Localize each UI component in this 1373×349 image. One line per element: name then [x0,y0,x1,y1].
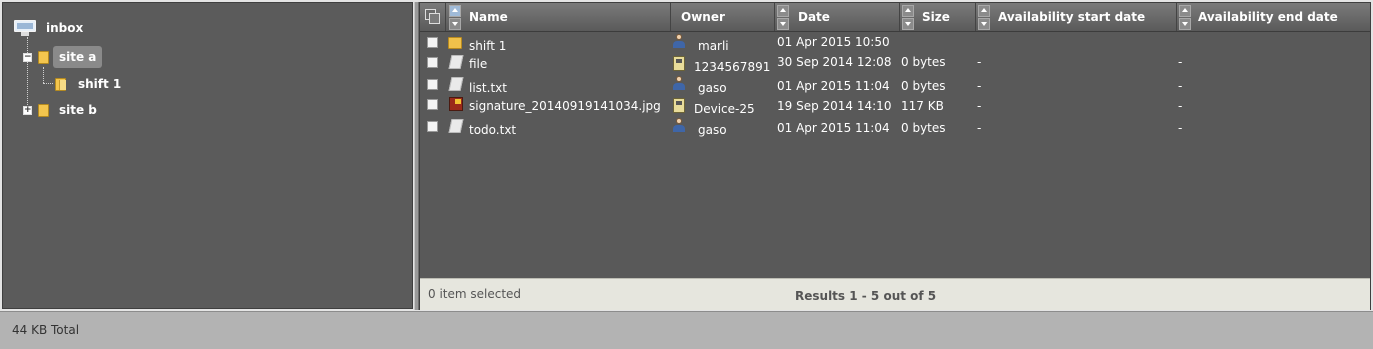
image-icon [449,97,463,118]
table-row[interactable]: shift 1 marli 01 Apr 2015 10:50 [420,34,1370,55]
row-name[interactable]: file [469,54,487,75]
tree-item-label: site a [53,46,103,68]
tree-item-site-a[interactable]: − site a [23,46,103,68]
tree-item-label: shift 1 [78,77,122,91]
column-header-availability-end[interactable]: Availability end date [1192,3,1370,31]
row-size: 0 bytes [901,79,946,93]
tree-item-label: site b [59,103,97,117]
tree-root-inbox[interactable]: inbox [14,17,89,39]
column-header-name[interactable]: Name [464,3,671,31]
row-owner: Device-25 [694,102,755,116]
table-row[interactable]: file 1234567891 30 Sep 2014 12:08 0 byte… [420,54,1370,75]
tree-connector [43,67,44,83]
row-checkbox[interactable] [427,99,438,110]
folder-icon [38,103,49,117]
sort-size[interactable] [902,5,914,30]
tree-connector [43,83,53,84]
file-grid-panel: Name Owner Date Size Availability start … [419,2,1371,310]
folder-icon [38,50,49,64]
row-availability-end: - [1178,55,1183,69]
row-checkbox[interactable] [427,121,438,132]
results-count: Results 1 - 5 out of 5 [795,289,937,303]
sort-up-icon[interactable] [449,5,461,17]
row-date: 01 Apr 2015 10:50 [777,35,890,49]
grid-header: Name Owner Date Size Availability start … [420,3,1370,32]
row-date: 01 Apr 2015 11:04 [777,79,890,93]
device-icon [673,98,685,119]
row-checkbox[interactable] [427,79,438,90]
file-icon [448,55,464,76]
column-header-owner[interactable]: Owner [671,3,775,31]
folder-tree-panel: inbox − site a shift 1 + site b [2,2,413,309]
sort-start-date[interactable] [978,5,990,30]
row-availability-end: - [1178,79,1183,93]
row-checkbox[interactable] [427,37,438,48]
row-availability-start: - [977,79,982,93]
row-availability-start: - [977,55,982,69]
status-bar: 44 KB Total [0,311,1373,349]
monitor-icon [14,20,36,36]
tree-root-label: inbox [46,21,84,35]
row-owner: 1234567891 [694,60,771,74]
row-size: 0 bytes [901,55,946,69]
user-icon [672,118,686,139]
sort-date[interactable] [777,5,789,30]
sort-down-icon[interactable] [902,18,914,30]
table-row[interactable]: signature_20140919141034.jpg Device-25 1… [420,96,1370,117]
folder-icon [448,35,462,56]
sort-down-icon[interactable] [449,18,461,30]
column-header-size[interactable]: Size [916,3,976,31]
row-size: 0 bytes [901,121,946,135]
column-header-date[interactable]: Date [792,3,900,31]
sort-up-icon[interactable] [777,5,789,17]
sort-up-icon[interactable] [1179,5,1191,17]
grid-footer: 0 item selected Results 1 - 5 out of 5 [420,278,1370,310]
table-row[interactable]: todo.txt gaso 01 Apr 2015 11:04 0 bytes … [420,118,1370,139]
row-availability-end: - [1178,121,1183,135]
device-icon [673,56,685,77]
row-checkbox[interactable] [427,57,438,68]
row-name[interactable]: signature_20140919141034.jpg [469,96,661,117]
sort-down-icon[interactable] [777,18,789,30]
selection-count: 0 item selected [428,287,522,301]
sort-down-icon[interactable] [978,18,990,30]
file-icon [448,77,464,98]
folder-open-icon [55,77,66,91]
row-name[interactable]: todo.txt [469,120,516,141]
sort-up-icon[interactable] [978,5,990,17]
row-owner: gaso [698,123,727,137]
tree-item-site-b[interactable]: + site b [23,99,103,121]
row-date: 01 Apr 2015 11:04 [777,121,890,135]
row-availability-start: - [977,121,982,135]
tree-item-shift-1[interactable]: shift 1 [55,73,127,95]
file-icon [448,119,464,140]
user-icon [672,34,686,55]
table-row[interactable]: list.txt gaso 01 Apr 2015 11:04 0 bytes … [420,76,1370,97]
column-chooser-icon[interactable] [425,9,441,25]
user-icon [672,76,686,97]
sort-end-date[interactable] [1179,5,1191,30]
row-availability-start: - [977,99,982,113]
row-size: 117 KB [901,99,944,113]
column-chooser-cell [420,3,446,31]
expand-icon[interactable]: + [23,105,32,115]
sort-down-icon[interactable] [1179,18,1191,30]
row-availability-end: - [1178,99,1183,113]
row-date: 19 Sep 2014 14:10 [777,99,892,113]
row-date: 30 Sep 2014 12:08 [777,55,892,69]
collapse-icon[interactable]: − [23,52,32,62]
file-manager-window: inbox − site a shift 1 + site b Name Own… [0,0,1373,349]
sort-name[interactable] [449,5,461,30]
column-header-availability-start[interactable]: Availability start date [992,3,1177,31]
storage-total: 44 KB Total [12,323,80,337]
sort-up-icon[interactable] [902,5,914,17]
